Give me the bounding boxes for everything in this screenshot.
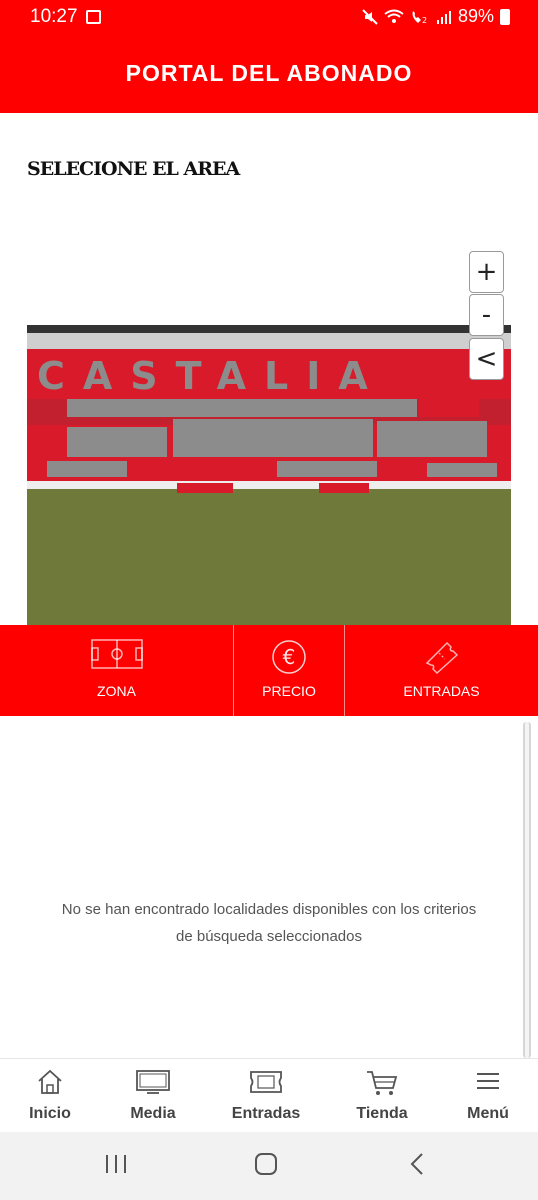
nav-entradas-label: Entradas — [231, 1105, 301, 1122]
seat-block-red — [419, 399, 479, 417]
page-title: PORTAL DEL ABONADO — [125, 60, 413, 86]
tab-precio-label: PRECIO — [262, 683, 316, 699]
stadium-roof — [27, 325, 511, 333]
pitch — [27, 489, 511, 625]
nav-entradas[interactable]: Entradas — [216, 1059, 316, 1133]
nav-menu-label: Menú — [467, 1105, 509, 1122]
euro-icon: € — [272, 640, 306, 674]
tab-zona[interactable]: ZONA — [0, 625, 233, 716]
tab-entradas-label: ENTRADAS — [403, 683, 480, 699]
status-bar: 10:27 2 89% — [0, 0, 538, 36]
section-title: SELECIONE EL AREA — [27, 158, 240, 180]
seat-block-gray — [67, 427, 167, 457]
home-icon — [38, 1069, 62, 1094]
svg-text:2: 2 — [422, 16, 427, 25]
top-bar: 10:27 2 89% PORTAL DEL ABONADO — [0, 0, 538, 113]
results-scrollbar[interactable] — [523, 722, 531, 1058]
stadium-illustration: CASTALIA — [27, 325, 511, 625]
status-time: 10:27 — [30, 6, 78, 27]
tab-entradas[interactable]: ENTRADAS — [344, 625, 538, 716]
back-icon[interactable] — [406, 1152, 430, 1176]
stadium-roof-underside — [27, 333, 511, 351]
system-nav-bar — [0, 1132, 538, 1200]
seat-block-gray — [173, 419, 373, 457]
nav-inicio-label: Inicio — [29, 1105, 71, 1122]
seat-block-gray — [277, 461, 377, 477]
tab-precio[interactable]: € PRECIO — [233, 625, 344, 716]
home-button-icon[interactable] — [254, 1152, 278, 1176]
nav-tienda[interactable]: Tienda — [332, 1059, 432, 1133]
gallery-icon — [86, 10, 101, 24]
ticket-icon — [425, 641, 458, 675]
seat-block-gray — [47, 461, 127, 477]
svg-text:€: € — [283, 645, 296, 669]
zoom-in-button[interactable]: + — [469, 251, 504, 293]
mute-icon — [362, 8, 378, 25]
nav-inicio[interactable]: Inicio — [0, 1059, 100, 1133]
bottom-nav: Inicio Media Entradas Tienda Menú — [0, 1058, 538, 1132]
nav-media[interactable]: Media — [103, 1059, 203, 1133]
status-icons: 2 89% — [362, 6, 510, 27]
battery-icon — [500, 8, 510, 25]
empty-results-message: No se han encontrado localidades disponi… — [61, 901, 477, 945]
zoom-out-button[interactable]: - — [469, 294, 504, 336]
stand-lettering: CASTALIA — [37, 354, 386, 398]
field-icon — [90, 639, 143, 669]
ticket-icon — [250, 1071, 282, 1093]
seat-block-gray — [427, 463, 497, 477]
recent-apps-icon[interactable] — [104, 1152, 128, 1176]
menu-icon — [477, 1073, 499, 1089]
stadium-map[interactable]: CASTALIA — [27, 243, 511, 625]
tab-zona-label: ZONA — [97, 683, 136, 699]
filter-tabs: ZONA € PRECIO ENTRADAS — [0, 625, 538, 716]
pitch-border — [27, 481, 511, 489]
nav-menu[interactable]: Menú — [438, 1059, 538, 1133]
wifi-call-icon: 2 — [412, 10, 427, 25]
cart-icon — [367, 1071, 398, 1095]
seat-block-gray — [377, 421, 487, 457]
signal-icon — [436, 10, 451, 24]
wifi-icon — [384, 9, 404, 23]
nav-tienda-label: Tienda — [356, 1105, 408, 1122]
bench-left — [177, 483, 233, 493]
bench-right — [319, 483, 369, 493]
battery-percent: 89% — [457, 6, 494, 26]
tv-icon — [136, 1070, 170, 1094]
seat-block-gray — [67, 399, 417, 417]
map-back-button[interactable]: < — [469, 338, 504, 380]
nav-media-label: Media — [130, 1105, 176, 1122]
